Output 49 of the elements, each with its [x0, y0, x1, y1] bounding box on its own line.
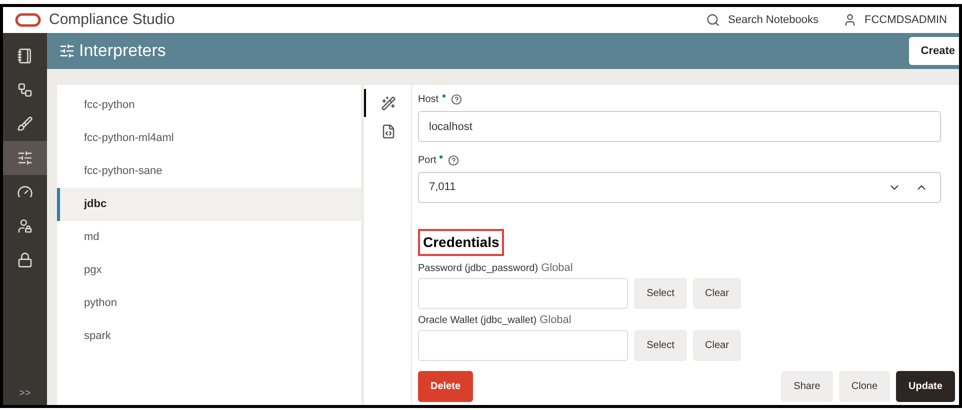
field-label: Port	[418, 154, 436, 168]
port-field[interactable]: 7,011	[418, 172, 941, 203]
lock-icon	[17, 252, 33, 268]
sliders-icon	[17, 150, 33, 166]
graph-icon	[17, 82, 33, 98]
gauge-icon	[17, 184, 33, 200]
clear-button[interactable]: Clear	[693, 330, 741, 361]
share-button[interactable]: Share	[781, 371, 833, 402]
nav-item[interactable]	[3, 141, 47, 175]
field-label: Host	[418, 92, 439, 106]
logo-icon	[15, 13, 41, 27]
credential-label: Oracle Wallet (jdbc_wallet)	[418, 314, 537, 328]
user-icon[interactable]	[842, 13, 856, 27]
select-button[interactable]: Select	[634, 278, 687, 309]
host-field[interactable]: localhost	[418, 111, 941, 142]
interpreter-item[interactable]: fcc-python-ml4aml	[57, 122, 361, 155]
interpreter-item[interactable]: fcc-python	[57, 89, 361, 122]
sliders-icon	[59, 43, 75, 59]
app-title: Compliance Studio	[49, 10, 175, 30]
scope-label: Global	[540, 313, 572, 328]
clone-button[interactable]: Clone	[839, 371, 890, 402]
credential-label: Password (jdbc_password)	[418, 262, 538, 276]
create-button[interactable]: Create	[908, 37, 959, 65]
brush-icon	[17, 116, 33, 132]
user-name[interactable]: FCCMDSADMIN	[864, 12, 947, 28]
page-title: Interpreters	[79, 40, 166, 62]
interpreter-item[interactable]: jdbc	[57, 188, 361, 221]
interpreter-item[interactable]: pgx	[57, 254, 361, 287]
interpreter-item[interactable]: md	[57, 221, 361, 254]
search-icon[interactable]	[706, 13, 720, 27]
credential-field[interactable]	[418, 278, 628, 309]
help-icon[interactable]	[450, 94, 462, 104]
notebook-icon	[17, 48, 33, 64]
code-file-icon	[381, 124, 396, 138]
section-heading: Credentials	[418, 229, 504, 256]
user-lock-icon	[17, 218, 33, 234]
magic-wand-icon	[381, 96, 396, 110]
interpreter-item[interactable]: spark	[57, 320, 361, 353]
credential-field[interactable]	[418, 330, 628, 361]
update-button[interactable]: Update	[896, 371, 955, 402]
clear-button[interactable]: Clear	[693, 278, 741, 309]
interpreter-item[interactable]: fcc-python-sane	[57, 155, 361, 188]
search-link[interactable]: Search Notebooks	[728, 12, 818, 28]
expand-toggle[interactable]: >>	[3, 386, 47, 405]
help-icon[interactable]	[448, 154, 460, 166]
delete-button[interactable]: Delete	[418, 371, 473, 402]
select-button[interactable]: Select	[634, 330, 687, 361]
interpreter-item[interactable]: python	[57, 287, 361, 320]
scope-label: Global	[541, 261, 573, 276]
